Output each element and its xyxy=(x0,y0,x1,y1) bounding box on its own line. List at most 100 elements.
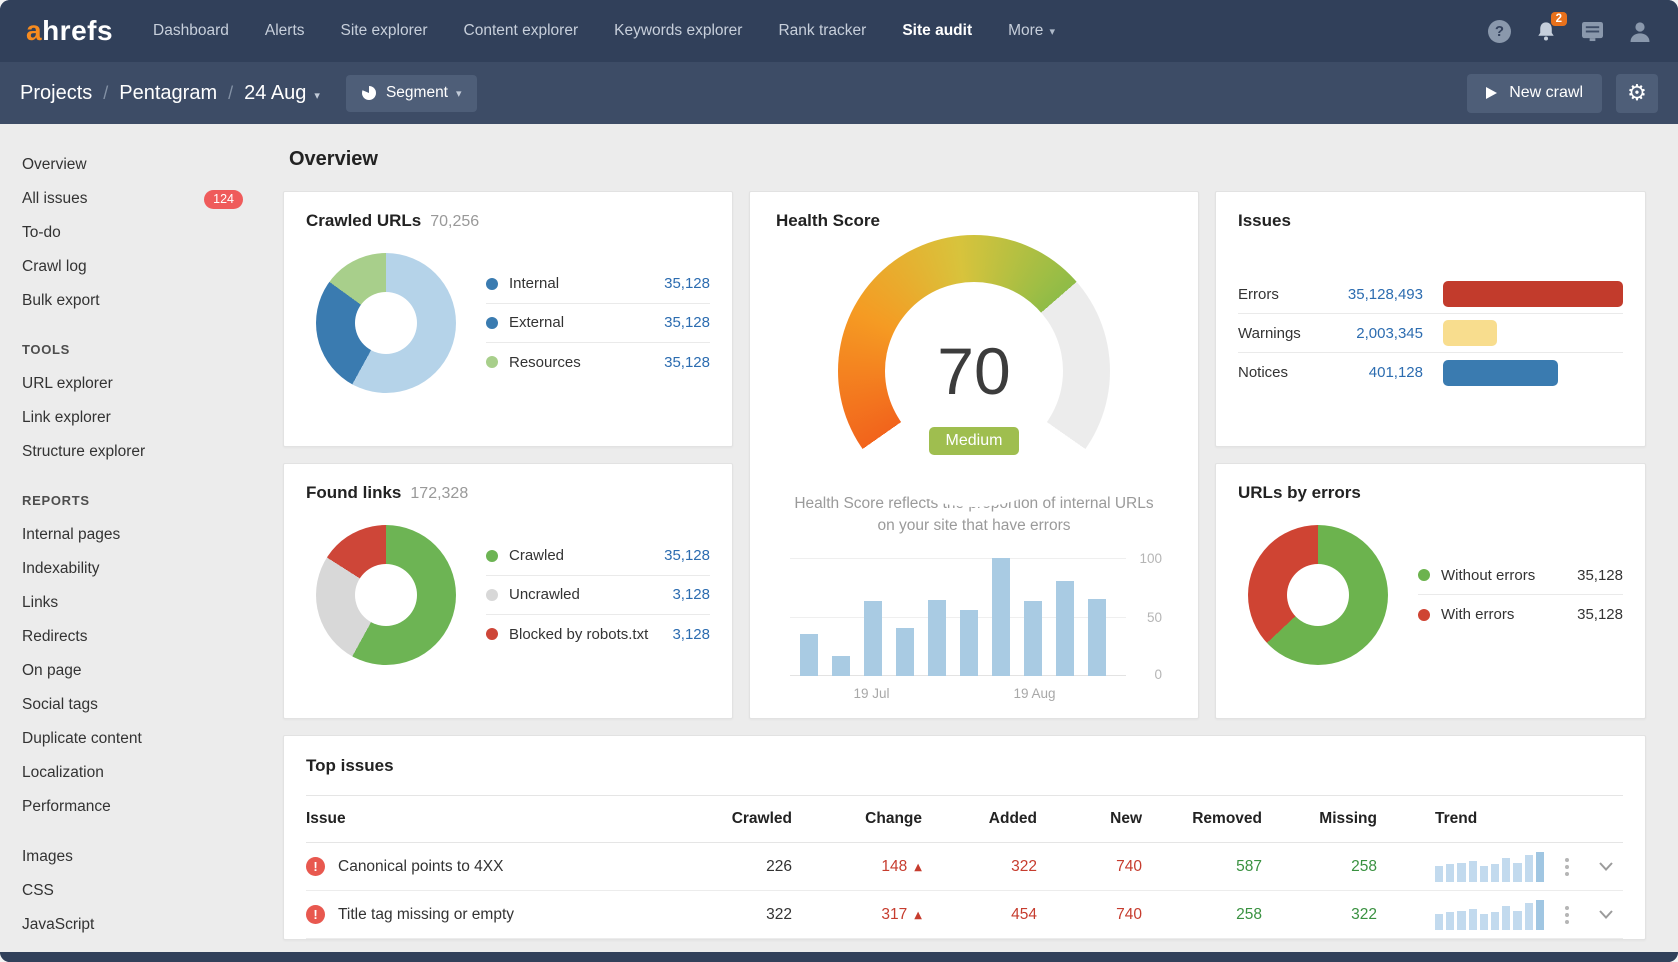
trend-sparkline xyxy=(1435,852,1553,882)
sidebar-item-on-page[interactable]: On page xyxy=(22,654,243,688)
issue-name-link[interactable]: Canonical points to 4XX xyxy=(338,858,503,876)
cell-missing[interactable]: 322 xyxy=(1262,906,1377,924)
legend-value-link[interactable]: 35,128 xyxy=(664,275,710,292)
sidebar-item-indexability[interactable]: Indexability xyxy=(22,552,243,586)
sidebar-item-all-issues[interactable]: All issues124 xyxy=(22,182,243,216)
breadcrumb-projects[interactable]: Projects xyxy=(20,82,92,105)
sidebar-item-links[interactable]: Links xyxy=(22,586,243,620)
project-header-bar: Projects / Pentagram / 24 Aug▾ Segment ▾… xyxy=(0,62,1678,124)
user-menu-button[interactable] xyxy=(1628,20,1652,42)
feedback-button[interactable] xyxy=(1581,21,1604,42)
sidebar-item-label: Structure explorer xyxy=(22,443,145,461)
sidebar-item-crawl-log[interactable]: Crawl log xyxy=(22,250,243,284)
row-menu-icon[interactable] xyxy=(1561,902,1573,928)
sidebar-item-internal-pages[interactable]: Internal pages xyxy=(22,518,243,552)
sidebar-item-duplicate-content[interactable]: Duplicate content xyxy=(22,722,243,756)
issue-count-link[interactable]: 401,128 xyxy=(1326,364,1443,381)
column-header-missing[interactable]: Missing xyxy=(1262,810,1377,828)
legend-dot xyxy=(486,550,498,562)
sidebar-item-social-tags[interactable]: Social tags xyxy=(22,688,243,722)
sidebar-item-to-do[interactable]: To-do xyxy=(22,216,243,250)
window-bottom-edge xyxy=(0,952,1678,962)
legend-value-link[interactable]: 3,128 xyxy=(672,586,710,603)
cell-crawled[interactable]: 226 xyxy=(682,858,792,876)
nav-item-site-audit[interactable]: Site audit xyxy=(902,22,972,40)
chevron-down-icon: ▾ xyxy=(1049,25,1055,38)
bar-8 xyxy=(1525,903,1533,929)
legend-value: 35,128 xyxy=(1577,567,1623,584)
breadcrumb-project-name[interactable]: Pentagram xyxy=(119,82,217,105)
nav-item-rank-tracker[interactable]: Rank tracker xyxy=(778,22,866,40)
chevron-down-icon[interactable] xyxy=(1599,910,1613,919)
bar-track xyxy=(1443,360,1623,386)
cell-added[interactable]: 454 xyxy=(922,906,1037,924)
sidebar-item-css[interactable]: CSS xyxy=(22,874,243,908)
ahrefs-logo[interactable]: ahrefs xyxy=(26,15,113,47)
crawl-date-label: 24 Aug xyxy=(244,82,306,104)
column-header-issue[interactable]: Issue xyxy=(306,810,682,828)
sidebar-item-images[interactable]: Images xyxy=(22,840,243,874)
sidebar-item-redirects[interactable]: Redirects xyxy=(22,620,243,654)
cell-new[interactable]: 740 xyxy=(1037,858,1142,876)
legend-value-link[interactable]: 35,128 xyxy=(664,547,710,564)
legend-row-blocked: Blocked by robots.txt3,128 xyxy=(486,615,710,654)
sidebar-item-label: On page xyxy=(22,662,81,680)
settings-button[interactable]: ⚙ xyxy=(1616,74,1658,113)
bar-9 xyxy=(1536,852,1544,882)
sidebar-item-javascript[interactable]: JavaScript xyxy=(22,908,243,942)
column-header-removed[interactable]: Removed xyxy=(1142,810,1262,828)
column-header-crawled[interactable]: Crawled xyxy=(682,810,792,828)
column-header-added[interactable]: Added xyxy=(922,810,1037,828)
cell-expand xyxy=(1589,862,1623,871)
sidebar-item-structure-explorer[interactable]: Structure explorer xyxy=(22,435,243,469)
breadcrumb-separator: / xyxy=(228,83,233,104)
nav-item-keywords-explorer[interactable]: Keywords explorer xyxy=(614,22,742,40)
row-menu-icon[interactable] xyxy=(1561,854,1573,880)
chevron-down-icon[interactable] xyxy=(1599,862,1613,871)
sidebar-item-overview[interactable]: Overview xyxy=(22,148,243,182)
sidebar-item-label: Indexability xyxy=(22,560,100,578)
help-button[interactable]: ? xyxy=(1488,20,1511,43)
cell-removed[interactable]: 587 xyxy=(1142,858,1262,876)
sidebar-item-link-explorer[interactable]: Link explorer xyxy=(22,401,243,435)
nav-item-dashboard[interactable]: Dashboard xyxy=(153,22,229,40)
sidebar: Overview All issues124 To-do Crawl log B… xyxy=(0,124,267,952)
bar-4 xyxy=(928,600,946,677)
crawl-date-dropdown[interactable]: 24 Aug▾ xyxy=(244,82,320,105)
legend-value-link[interactable]: 35,128 xyxy=(664,354,710,371)
issue-name-link[interactable]: Title tag missing or empty xyxy=(338,906,514,924)
cell-change[interactable]: 148▲ xyxy=(792,858,922,876)
card-body: Crawled35,128 Uncrawled3,128 Blocked by … xyxy=(306,525,710,665)
segment-dropdown-button[interactable]: Segment ▾ xyxy=(346,75,477,112)
sidebar-item-performance[interactable]: Performance xyxy=(22,790,243,824)
bar-9 xyxy=(1088,599,1106,677)
cell-new[interactable]: 740 xyxy=(1037,906,1142,924)
bar-5 xyxy=(1491,912,1499,930)
issue-count-link[interactable]: 2,003,345 xyxy=(1326,325,1443,342)
column-header-new[interactable]: New xyxy=(1037,810,1142,828)
legend-value: 35,128 xyxy=(1577,606,1623,623)
sidebar-item-label: Links xyxy=(22,594,58,612)
cell-menu xyxy=(1545,854,1589,880)
bar-6 xyxy=(1502,906,1510,930)
legend-value-link[interactable]: 35,128 xyxy=(664,314,710,331)
nav-item-content-explorer[interactable]: Content explorer xyxy=(464,22,579,40)
sidebar-item-url-explorer[interactable]: URL explorer xyxy=(22,367,243,401)
cell-crawled[interactable]: 322 xyxy=(682,906,792,924)
column-header-change[interactable]: Change xyxy=(792,810,922,828)
cell-change[interactable]: 317▲ xyxy=(792,906,922,924)
issue-count-link[interactable]: 35,128,493 xyxy=(1326,286,1443,303)
cell-missing[interactable]: 258 xyxy=(1262,858,1377,876)
bar-4 xyxy=(1480,866,1488,882)
nav-item-alerts[interactable]: Alerts xyxy=(265,22,305,40)
cell-removed[interactable]: 258 xyxy=(1142,906,1262,924)
sidebar-item-localization[interactable]: Localization xyxy=(22,756,243,790)
notifications-button[interactable]: 2 xyxy=(1535,20,1557,43)
nav-item-site-explorer[interactable]: Site explorer xyxy=(341,22,428,40)
legend-value-link[interactable]: 3,128 xyxy=(672,626,710,643)
cell-added[interactable]: 322 xyxy=(922,858,1037,876)
nav-item-more[interactable]: More▾ xyxy=(1008,22,1055,40)
sidebar-item-bulk-export[interactable]: Bulk export xyxy=(22,284,243,318)
new-crawl-button[interactable]: New crawl xyxy=(1467,74,1602,113)
card-title: URLs by errors xyxy=(1238,483,1623,503)
